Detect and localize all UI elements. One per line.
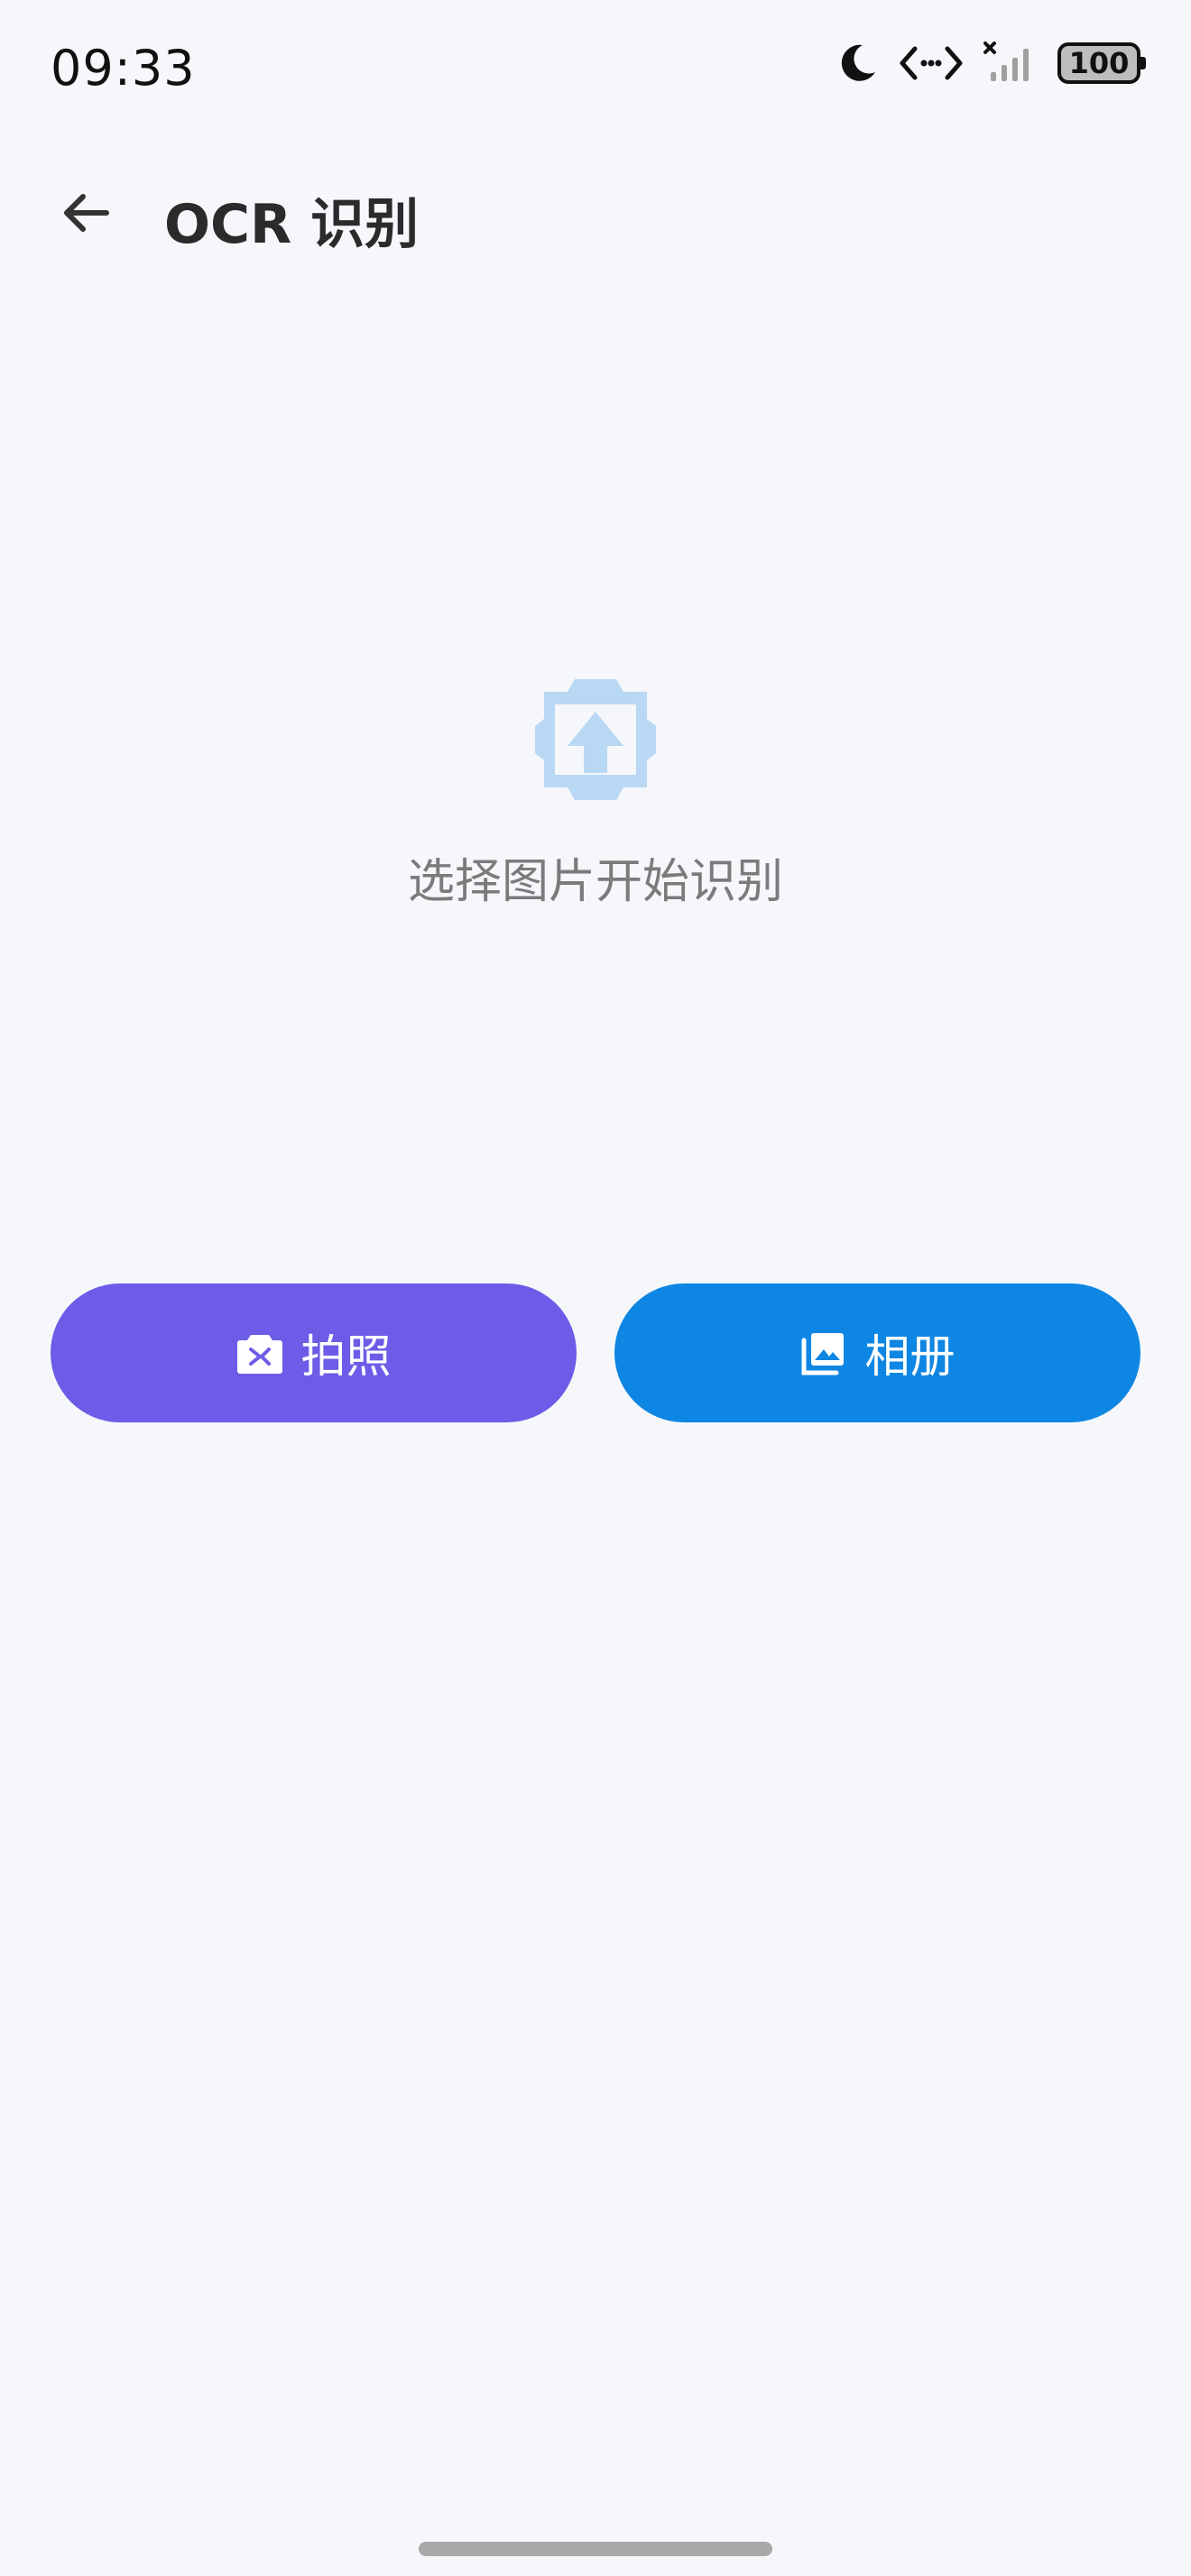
battery-level: 100	[1068, 46, 1130, 80]
arrow-left-icon	[58, 184, 115, 245]
code-transfer-icon	[899, 41, 964, 85]
image-upload-icon	[528, 672, 663, 807]
gallery-icon	[800, 1329, 847, 1376]
camera-icon	[236, 1331, 283, 1375]
album-button[interactable]: 相册	[614, 1283, 1140, 1422]
page-title: OCR 识别	[164, 193, 420, 256]
empty-state-message: 选择图片开始识别	[407, 855, 783, 909]
battery-icon: 100	[1057, 42, 1146, 84]
camera-button-label: 拍照	[300, 1330, 392, 1383]
app-header: OCR 识别	[0, 162, 1191, 262]
status-bar: 09:33 100	[0, 0, 1191, 144]
action-buttons: 拍照 相册	[51, 1283, 1140, 1422]
home-indicator[interactable]	[419, 2542, 772, 2556]
signal-icon	[983, 41, 1038, 85]
camera-button[interactable]: 拍照	[51, 1283, 577, 1422]
status-time: 09:33	[51, 40, 196, 97]
moon-icon	[836, 41, 879, 85]
album-button-label: 相册	[864, 1330, 956, 1383]
status-icons: 100	[836, 41, 1146, 85]
empty-state: 选择图片开始识别	[0, 672, 1191, 911]
back-button[interactable]	[51, 179, 123, 251]
